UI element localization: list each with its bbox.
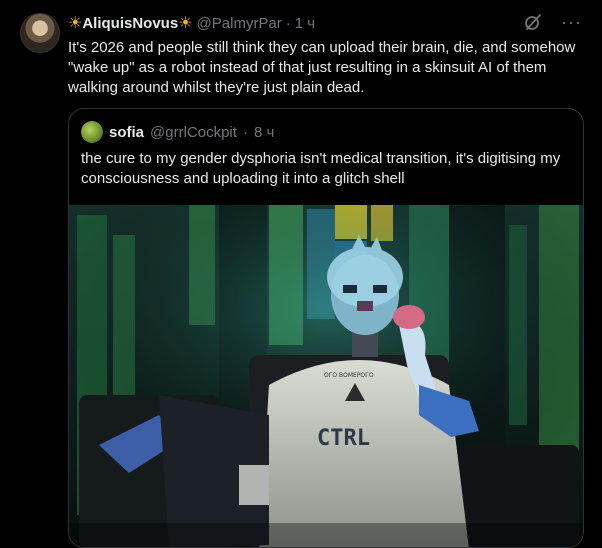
quoted-tweet-text: the cure to my gender dysphoria isn't me… [81,150,561,187]
quoted-tweet-header: sofia @grrlCockpit · 8 ч [81,121,274,143]
quoted-tweet[interactable]: sofia @grrlCockpit · 8 ч the cure to my … [68,108,584,548]
shirt-small-text: ОГО ВОМЕРОГО [324,372,374,379]
more-icon[interactable]: ··· [561,13,582,31]
tweet-text: It's 2026 and people still think they ca… [68,39,576,96]
robot-figure-image: CTRL ОГО ВОМЕРОГО [69,205,583,547]
tweet-actions: ··· [523,12,582,32]
quoted-tweet-image[interactable]: CTRL ОГО ВОМЕРОГО [69,205,583,547]
sun-emoji-icon: ☀ [178,15,193,32]
tweet-timestamp[interactable]: 1 ч [295,15,315,32]
grok-icon[interactable] [523,12,543,32]
shirt-ctrl-text: CTRL [317,426,370,451]
author-avatar[interactable] [20,13,60,53]
quoted-tweet-timestamp[interactable]: 8 ч [254,124,274,141]
sun-emoji-icon: ☀ [68,15,83,32]
quoted-author-avatar[interactable] [81,121,103,143]
quoted-author-name[interactable]: sofia [109,124,144,141]
separator-dot: · [285,14,291,32]
separator-dot: · [242,123,248,141]
author-handle[interactable]: @PalmyrPar [197,15,282,32]
tweet-header: ☀ AliquisNovus ☀ @PalmyrPar · 1 ч [68,13,315,33]
author-name[interactable]: AliquisNovus [82,15,178,32]
quoted-author-handle[interactable]: @grrlCockpit [150,124,237,141]
